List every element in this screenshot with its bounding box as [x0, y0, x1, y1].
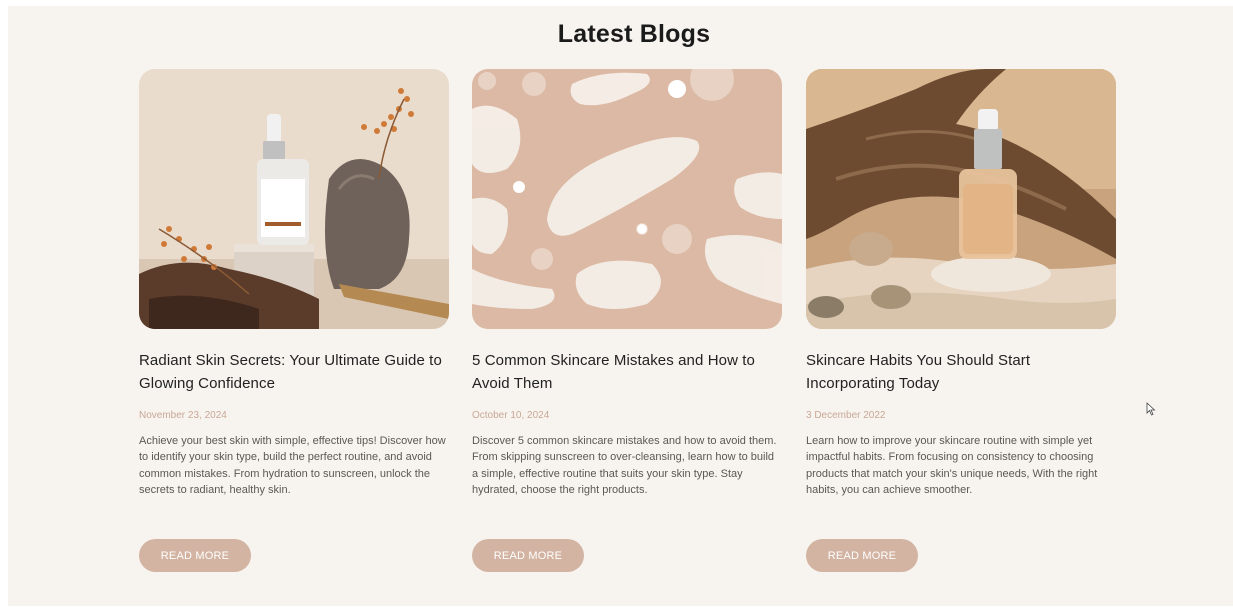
blog-post-date: November 23, 2024: [139, 410, 227, 421]
section-title: Latest Blogs: [557, 20, 711, 48]
blog-image-serum-on-sand[interactable]: [806, 69, 1116, 329]
mouse-pointer-icon: [1146, 402, 1156, 416]
blog-section: Latest Blogs Radiant Skin Secrets: Your …: [8, 6, 1233, 606]
read-more-button[interactable]: READ MORE: [139, 539, 251, 572]
read-more-button[interactable]: READ MORE: [472, 539, 584, 572]
blog-card: 5 Common Skincare Mistakes and How to Av…: [472, 69, 782, 572]
blog-post-excerpt: Learn how to improve your skincare routi…: [806, 435, 1098, 496]
blog-post-date: 3 December 2022: [806, 410, 886, 421]
blog-post-title[interactable]: Radiant Skin Secrets: Your Ultimate Guid…: [139, 349, 449, 395]
blog-post-title[interactable]: 5 Common Skincare Mistakes and How to Av…: [472, 349, 782, 395]
blog-image-serum-with-dried-flowers[interactable]: [139, 69, 449, 329]
blog-post-date: October 10, 2024: [472, 410, 550, 421]
blog-post-excerpt: Discover 5 common skincare mistakes and …: [472, 435, 777, 496]
blog-card: Radiant Skin Secrets: Your Ultimate Guid…: [139, 69, 449, 572]
blog-post-title[interactable]: Skincare Habits You Should Start Incorpo…: [806, 349, 1116, 395]
blog-card: Skincare Habits You Should Start Incorpo…: [806, 69, 1116, 572]
blog-post-excerpt: Achieve your best skin with simple, effe…: [139, 435, 446, 496]
read-more-button[interactable]: READ MORE: [806, 539, 918, 572]
blog-image-cream-swatches[interactable]: [472, 69, 782, 329]
